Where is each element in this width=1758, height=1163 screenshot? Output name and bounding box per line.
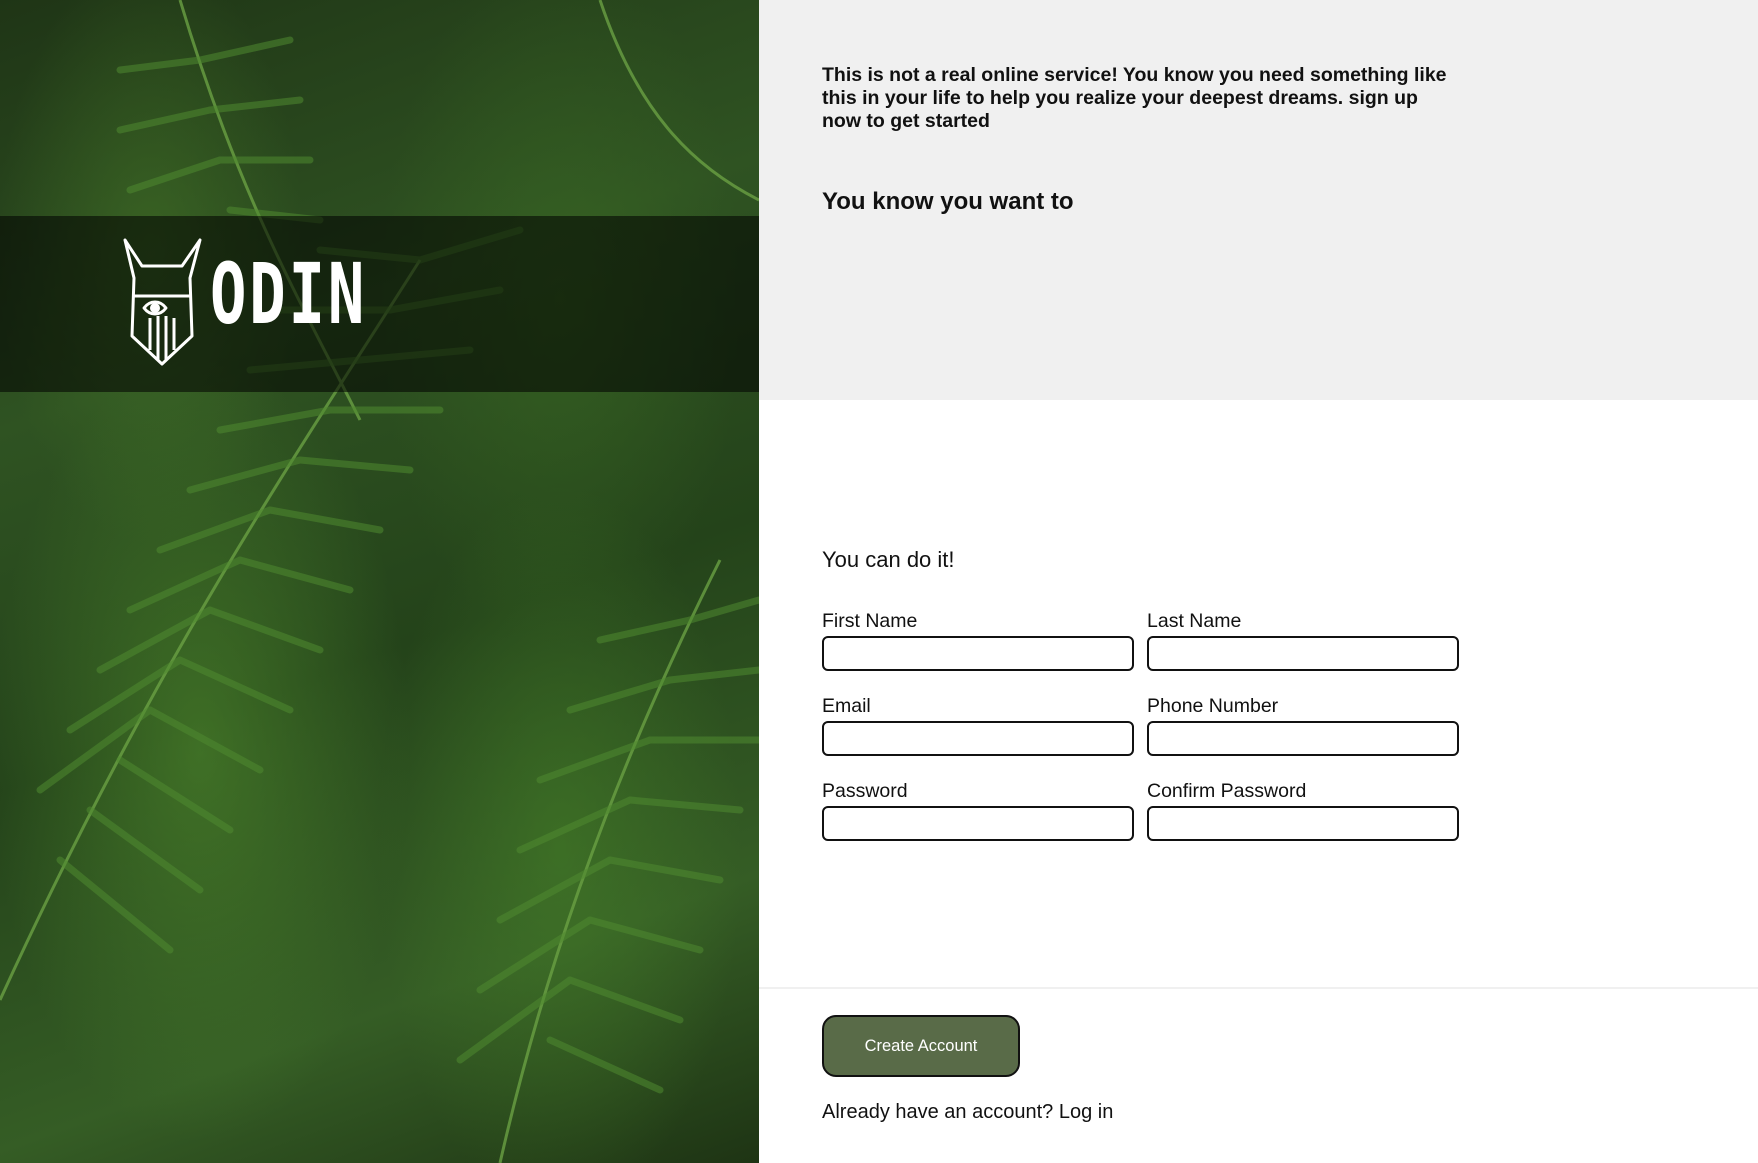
- first-name-input[interactable]: [822, 636, 1134, 671]
- confirm-password-label: Confirm Password: [1147, 780, 1307, 802]
- first-name-field: First Name: [822, 609, 1134, 671]
- create-account-button[interactable]: Create Account: [822, 1015, 1020, 1077]
- logo-text: ODIN: [210, 245, 368, 343]
- password-field: Password: [822, 779, 1134, 841]
- last-name-input[interactable]: [1147, 636, 1459, 671]
- phone-input[interactable]: [1147, 721, 1459, 756]
- divider: [759, 987, 1758, 989]
- odin-logo: ODIN: [120, 238, 370, 370]
- confirm-password-field: Confirm Password: [1147, 779, 1459, 841]
- password-label: Password: [822, 780, 908, 802]
- fern-background-image: [0, 0, 759, 1163]
- email-field: Email: [822, 694, 1134, 756]
- login-prompt-text: Already have an account?: [822, 1101, 1054, 1123]
- hero-image: [0, 0, 759, 1163]
- password-input[interactable]: [822, 806, 1134, 841]
- form-title: You can do it!: [822, 547, 955, 572]
- last-name-field: Last Name: [1147, 609, 1459, 671]
- phone-label: Phone Number: [1147, 695, 1279, 717]
- confirm-password-input[interactable]: [1147, 806, 1459, 841]
- intro-text: This is not a real online service! You k…: [822, 64, 1447, 132]
- last-name-label: Last Name: [1147, 610, 1242, 632]
- first-name-label: First Name: [822, 610, 918, 632]
- tagline-heading: You know you want to: [822, 188, 1074, 215]
- email-label: Email: [822, 695, 871, 717]
- email-input[interactable]: [822, 721, 1134, 756]
- login-link[interactable]: Log in: [1059, 1101, 1114, 1123]
- logo-band: [0, 216, 759, 392]
- phone-field: Phone Number: [1147, 694, 1459, 756]
- login-prompt: Already have an account? Log in: [822, 1101, 1113, 1124]
